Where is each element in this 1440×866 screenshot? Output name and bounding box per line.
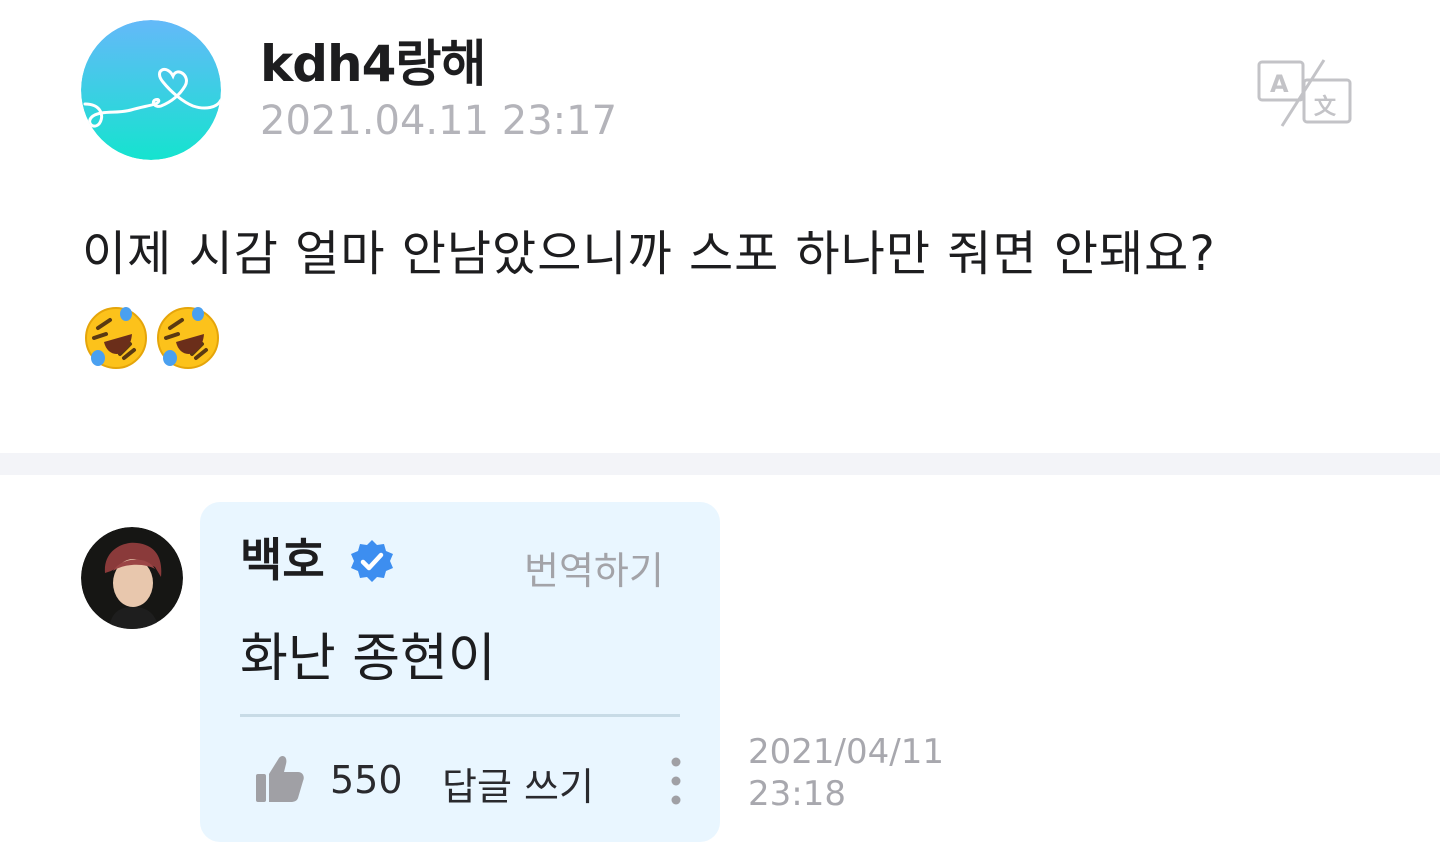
comment-bubble-separator [240, 714, 680, 717]
svg-text:文: 文 [1314, 94, 1337, 120]
commenter-name[interactable]: 백호 [240, 524, 325, 590]
section-divider [0, 453, 1440, 475]
comment-bubble: 백호 번역하기 화난 종현이 550 답글 쓰기 [200, 502, 720, 842]
translate-icon[interactable]: A 文 [1256, 58, 1354, 128]
verified-badge-icon [348, 538, 396, 586]
comment-text: 화난 종현이 [240, 629, 496, 689]
more-vertical-icon[interactable] [662, 754, 690, 808]
comment-timestamp: 2021/04/11 23:18 [748, 731, 944, 815]
comment-date: 2021/04/11 [748, 732, 944, 772]
comment-time: 23:18 [748, 774, 846, 814]
heart-line-avatar-icon [81, 20, 221, 160]
reply-button[interactable]: 답글 쓰기 [442, 756, 594, 811]
post-author-name[interactable]: kdh4랑해 [260, 24, 486, 96]
commenter-avatar[interactable] [81, 527, 183, 629]
rolling-laughing-emoji-icon [157, 307, 219, 369]
emoji-row [84, 306, 220, 370]
thumbs-up-icon[interactable] [252, 752, 306, 806]
post-author-avatar[interactable] [81, 20, 221, 160]
post-body-text: 이제 시감 얼마 안남았으니까 스포 하나만 줘면 안돼요? [82, 226, 1216, 282]
comment-section: 백호 번역하기 화난 종현이 550 답글 쓰기 2021/04/11 23:1… [0, 475, 1440, 866]
svg-text:A: A [1270, 70, 1289, 98]
like-count: 550 [330, 758, 403, 802]
rolling-laughing-emoji-icon [85, 307, 147, 369]
post-card: kdh4랑해 2021.04.11 23:17 A 文 이제 시감 얼마 안남았… [0, 0, 1440, 453]
post-timestamp: 2021.04.11 23:17 [260, 98, 618, 144]
translate-link[interactable]: 번역하기 [524, 540, 664, 595]
